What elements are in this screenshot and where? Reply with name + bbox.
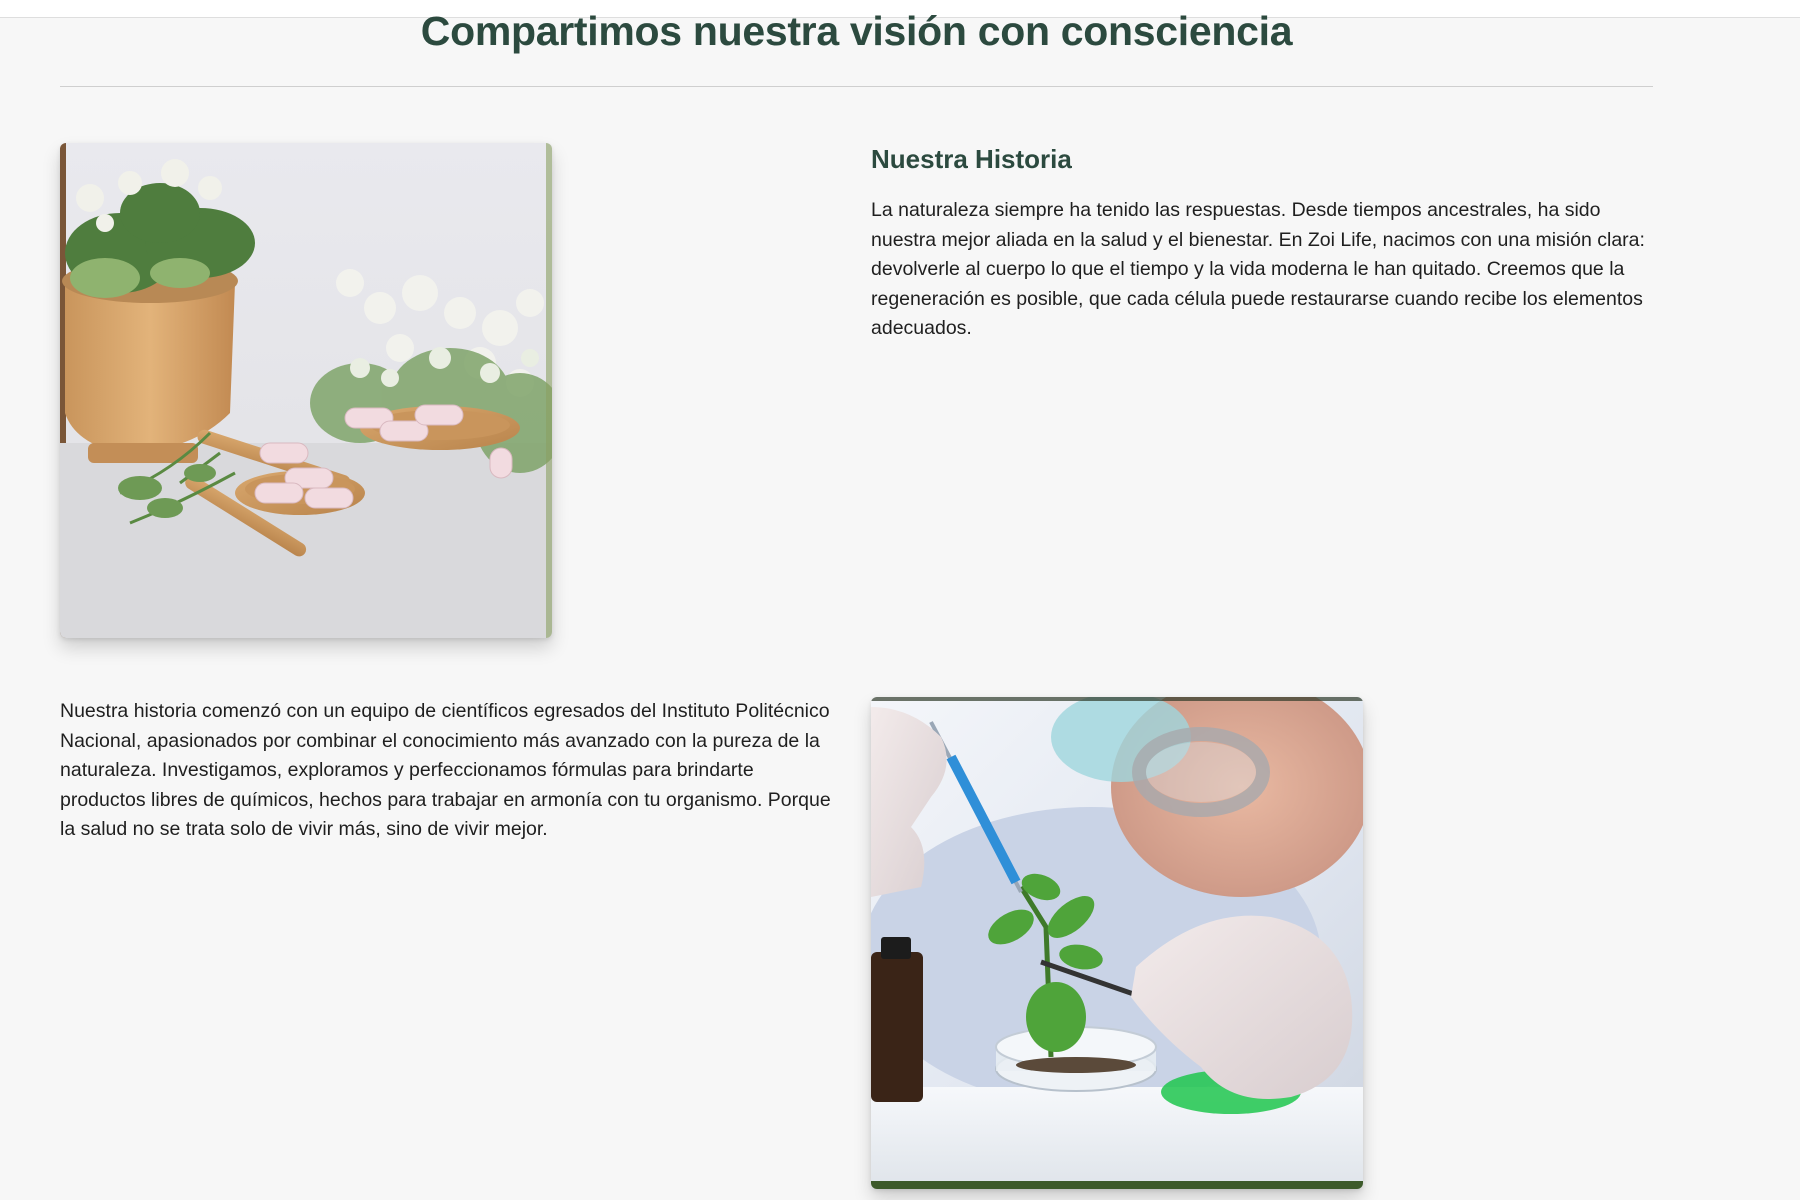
title-divider [60,86,1653,87]
section-title: Compartimos nuestra visión con conscienc… [420,8,1293,54]
story-paragraph-1: La naturaleza siempre ha tenido las resp… [871,199,1645,339]
story-paragraph-2: Nuestra historia comenzó con un equipo d… [60,700,831,840]
story-heading: Nuestra Historia [871,144,1072,174]
scientist-lab-image [871,697,1363,1189]
herbal-capsules-image [60,143,552,638]
